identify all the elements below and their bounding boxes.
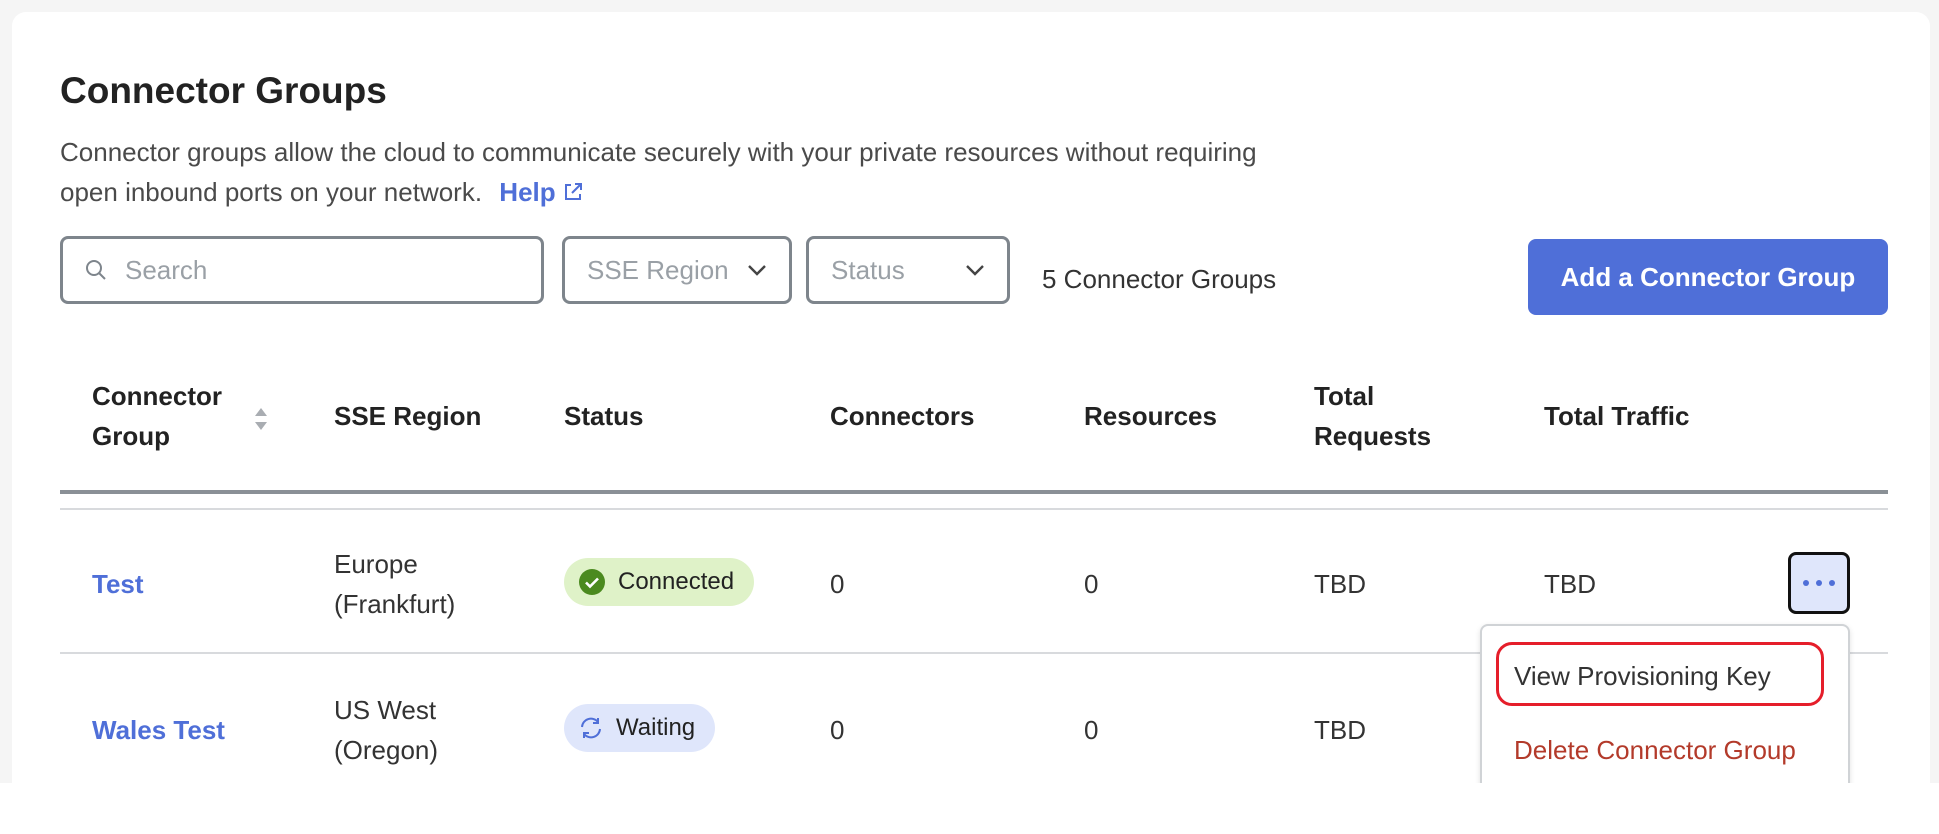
- sse-region-select[interactable]: SSE Region: [562, 236, 792, 304]
- column-header-connector-group-line1: Connector: [92, 381, 222, 411]
- row-region-line1: US West: [334, 695, 437, 725]
- column-header-resources: Resources: [1084, 401, 1217, 431]
- page-bottom-area: [0, 783, 1939, 834]
- row-resources: 0: [1084, 715, 1099, 745]
- status-badge-label: Connected: [618, 568, 735, 595]
- add-connector-group-button[interactable]: Add a Connector Group: [1528, 239, 1888, 315]
- connector-group-name-link[interactable]: Test: [92, 564, 144, 604]
- external-link-icon: [564, 183, 582, 200]
- row-connectors: 0: [830, 569, 845, 599]
- sse-region-select-label: SSE Region: [587, 254, 729, 285]
- refresh-icon: [581, 717, 601, 739]
- connector-groups-card: Connector Groups Connector groups allow …: [12, 12, 1930, 834]
- row-resources: 0: [1084, 569, 1099, 599]
- row-total-requests: TBD: [1314, 569, 1366, 599]
- status-badge: Waiting: [564, 704, 716, 752]
- row-region: Europe (Frankfurt): [334, 544, 455, 624]
- status-select-label: Status: [831, 254, 905, 285]
- row-actions-menu: View Provisioning Key Delete Connector G…: [1480, 624, 1850, 798]
- row-divider: [60, 508, 1888, 510]
- row-total-traffic: TBD: [1544, 569, 1596, 599]
- search-field[interactable]: [60, 236, 544, 304]
- connector-group-name-link[interactable]: Wales Test: [92, 710, 225, 750]
- help-link[interactable]: Help: [499, 177, 583, 207]
- row-connectors: 0: [830, 715, 845, 745]
- status-badge-label: Waiting: [616, 714, 696, 741]
- chevron-down-icon: [748, 265, 766, 276]
- chevron-down-icon: [966, 265, 984, 276]
- help-link-label: Help: [499, 177, 556, 207]
- row-region-line1: Europe: [334, 549, 418, 579]
- search-input[interactable]: [125, 254, 505, 286]
- column-header-sse-region: SSE Region: [334, 401, 482, 431]
- status-select[interactable]: Status: [806, 236, 1010, 304]
- column-header-status: Status: [564, 401, 644, 431]
- more-horizontal-icon: [1803, 580, 1835, 586]
- column-header-connector-group-line2: Group: [92, 421, 170, 451]
- search-icon: [86, 260, 106, 280]
- row-actions-button[interactable]: [1788, 552, 1850, 614]
- page-description: Connector groups allow the cloud to comm…: [60, 132, 1260, 212]
- column-header-total-requests-line2: Requests: [1314, 421, 1432, 451]
- menu-item-view-provisioning-key[interactable]: View Provisioning Key: [1514, 658, 1771, 694]
- status-badge: Connected: [564, 558, 755, 606]
- page-title: Connector Groups: [60, 70, 387, 111]
- row-region-line2: (Oregon): [334, 735, 439, 765]
- column-header-connector-group[interactable]: Connector Group: [92, 376, 222, 456]
- row-region: US West (Oregon): [334, 690, 438, 770]
- connector-groups-count: 5 Connector Groups: [1042, 264, 1277, 294]
- column-header-total-requests: Total Requests: [1314, 376, 1431, 456]
- table-header-divider: [60, 490, 1888, 494]
- column-header-connectors: Connectors: [830, 401, 975, 431]
- row-region-line2: (Frankfurt): [334, 589, 456, 619]
- menu-item-delete-connector-group[interactable]: Delete Connector Group: [1514, 732, 1796, 768]
- sort-icon[interactable]: [252, 404, 270, 434]
- description-text: Connector groups allow the cloud to comm…: [60, 137, 1257, 207]
- check-circle-icon: [579, 569, 605, 595]
- row-total-requests: TBD: [1314, 715, 1366, 745]
- column-header-total-requests-line1: Total: [1314, 381, 1375, 411]
- column-header-total-traffic: Total Traffic: [1544, 401, 1690, 431]
